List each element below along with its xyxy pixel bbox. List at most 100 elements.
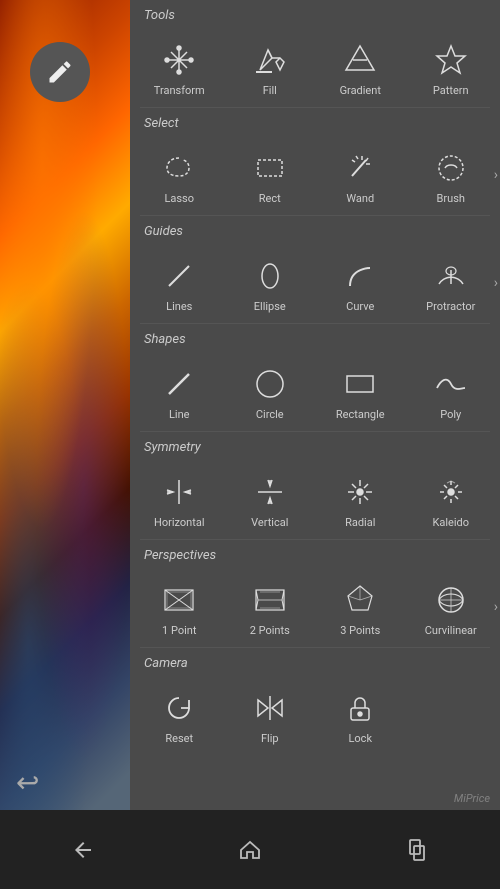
tool-radial[interactable]: Radial bbox=[315, 459, 406, 539]
nav-recents-button[interactable] bbox=[392, 825, 442, 875]
horizontal-icon bbox=[157, 470, 201, 514]
camera-section-grid: Reset Flip Lock bbox=[130, 675, 500, 755]
nav-home-button[interactable] bbox=[225, 825, 275, 875]
tool-1point[interactable]: 1 Point bbox=[134, 567, 225, 647]
perspectives-chevron: › bbox=[494, 599, 498, 615]
tool-transform[interactable]: Transform bbox=[134, 27, 225, 107]
watermark: MiPrice bbox=[454, 792, 490, 805]
tool-vertical[interactable]: Vertical bbox=[225, 459, 316, 539]
ellipse-icon bbox=[248, 254, 292, 298]
pattern-icon bbox=[429, 38, 473, 82]
tool-reset[interactable]: Reset bbox=[134, 675, 225, 755]
tool-rect-label: Rect bbox=[259, 192, 281, 205]
pencil-button[interactable] bbox=[30, 42, 90, 102]
select-section-grid: Lasso Rect bbox=[130, 135, 500, 215]
circle-icon bbox=[248, 362, 292, 406]
tool-line[interactable]: Line bbox=[134, 351, 225, 431]
tool-brush-select[interactable]: Brush bbox=[406, 135, 497, 215]
tool-line-label: Line bbox=[169, 408, 190, 421]
tool-reset-label: Reset bbox=[165, 732, 193, 745]
one-point-icon bbox=[157, 578, 201, 622]
reset-icon bbox=[157, 686, 201, 730]
line-icon bbox=[157, 362, 201, 406]
transform-icon bbox=[157, 38, 201, 82]
guides-section-grid: Lines Ellipse Curve bbox=[130, 243, 500, 323]
tool-curve-label: Curve bbox=[346, 300, 374, 313]
tool-horizontal[interactable]: Horizontal bbox=[134, 459, 225, 539]
background-painting bbox=[0, 0, 140, 810]
tool-3points[interactable]: 3 Points bbox=[315, 567, 406, 647]
tool-pattern-label: Pattern bbox=[433, 84, 469, 97]
tool-wand[interactable]: Wand bbox=[315, 135, 406, 215]
tool-2points[interactable]: 2 Points bbox=[225, 567, 316, 647]
tool-3points-label: 3 Points bbox=[340, 624, 380, 637]
tool-lines-label: Lines bbox=[166, 300, 192, 313]
tool-kaleido-label: Kaleido bbox=[432, 516, 469, 529]
tool-circle-label: Circle bbox=[256, 408, 284, 421]
undo-arrow[interactable]: ↩ bbox=[16, 766, 39, 799]
tool-flip-label: Flip bbox=[261, 732, 279, 745]
tool-vertical-label: Vertical bbox=[251, 516, 288, 529]
tool-rectangle[interactable]: Rectangle bbox=[315, 351, 406, 431]
shapes-section-grid: Line Circle Rectangle bbox=[130, 351, 500, 431]
tool-2points-label: 2 Points bbox=[250, 624, 290, 637]
lasso-icon bbox=[157, 146, 201, 190]
perspectives-row: 1 Point 2 Points bbox=[130, 567, 500, 647]
tool-curvilinear[interactable]: Curvilinear bbox=[406, 567, 497, 647]
tool-ellipse-label: Ellipse bbox=[254, 300, 286, 313]
bottom-nav-bar bbox=[0, 810, 500, 889]
tool-ellipse[interactable]: Ellipse bbox=[225, 243, 316, 323]
tool-lock[interactable]: Lock bbox=[315, 675, 406, 755]
tool-lasso-label: Lasso bbox=[164, 192, 194, 205]
tool-protractor[interactable]: Protractor bbox=[406, 243, 497, 323]
section-label-shapes: Shapes bbox=[130, 324, 500, 351]
tools-panel: Tools Transform bbox=[130, 0, 500, 810]
three-points-icon bbox=[338, 578, 382, 622]
tool-pattern[interactable]: Pattern bbox=[406, 27, 497, 107]
tools-section-grid: Transform Fill Gradient bbox=[130, 27, 500, 107]
lines-icon bbox=[157, 254, 201, 298]
tool-poly[interactable]: Poly bbox=[406, 351, 497, 431]
tool-empty bbox=[406, 675, 497, 755]
tool-gradient-label: Gradient bbox=[340, 84, 381, 97]
tool-gradient[interactable]: Gradient bbox=[315, 27, 406, 107]
poly-icon bbox=[429, 362, 473, 406]
tool-kaleido[interactable]: Kaleido bbox=[406, 459, 497, 539]
vertical-icon bbox=[248, 470, 292, 514]
guides-row: Lines Ellipse Curve bbox=[130, 243, 500, 323]
fill-icon bbox=[248, 38, 292, 82]
section-label-guides: Guides bbox=[130, 216, 500, 243]
symmetry-section-grid: Horizontal Vertical bbox=[130, 459, 500, 539]
nav-back-button[interactable] bbox=[58, 825, 108, 875]
guides-chevron: › bbox=[494, 275, 498, 291]
protractor-icon bbox=[429, 254, 473, 298]
section-label-camera: Camera bbox=[130, 648, 500, 675]
tool-flip[interactable]: Flip bbox=[225, 675, 316, 755]
section-label-perspectives: Perspectives bbox=[130, 540, 500, 567]
curvilinear-icon bbox=[429, 578, 473, 622]
section-label-tools: Tools bbox=[130, 0, 500, 27]
tool-wand-label: Wand bbox=[346, 192, 374, 205]
tool-fill[interactable]: Fill bbox=[225, 27, 316, 107]
tool-fill-label: Fill bbox=[263, 84, 277, 97]
tool-lasso[interactable]: Lasso bbox=[134, 135, 225, 215]
tool-horizontal-label: Horizontal bbox=[154, 516, 205, 529]
tool-protractor-label: Protractor bbox=[426, 300, 475, 313]
curve-icon bbox=[338, 254, 382, 298]
flip-icon bbox=[248, 686, 292, 730]
tool-lock-label: Lock bbox=[348, 732, 372, 745]
two-points-icon bbox=[248, 578, 292, 622]
perspectives-section-grid: 1 Point 2 Points bbox=[130, 567, 500, 647]
tool-poly-label: Poly bbox=[440, 408, 461, 421]
tool-curve[interactable]: Curve bbox=[315, 243, 406, 323]
tool-lines[interactable]: Lines bbox=[134, 243, 225, 323]
section-label-symmetry: Symmetry bbox=[130, 432, 500, 459]
lock-icon bbox=[338, 686, 382, 730]
tool-radial-label: Radial bbox=[345, 516, 375, 529]
radial-icon bbox=[338, 470, 382, 514]
tool-rect[interactable]: Rect bbox=[225, 135, 316, 215]
tool-brush-select-label: Brush bbox=[437, 192, 465, 205]
kaleido-icon bbox=[429, 470, 473, 514]
tool-circle[interactable]: Circle bbox=[225, 351, 316, 431]
tool-rectangle-label: Rectangle bbox=[336, 408, 385, 421]
